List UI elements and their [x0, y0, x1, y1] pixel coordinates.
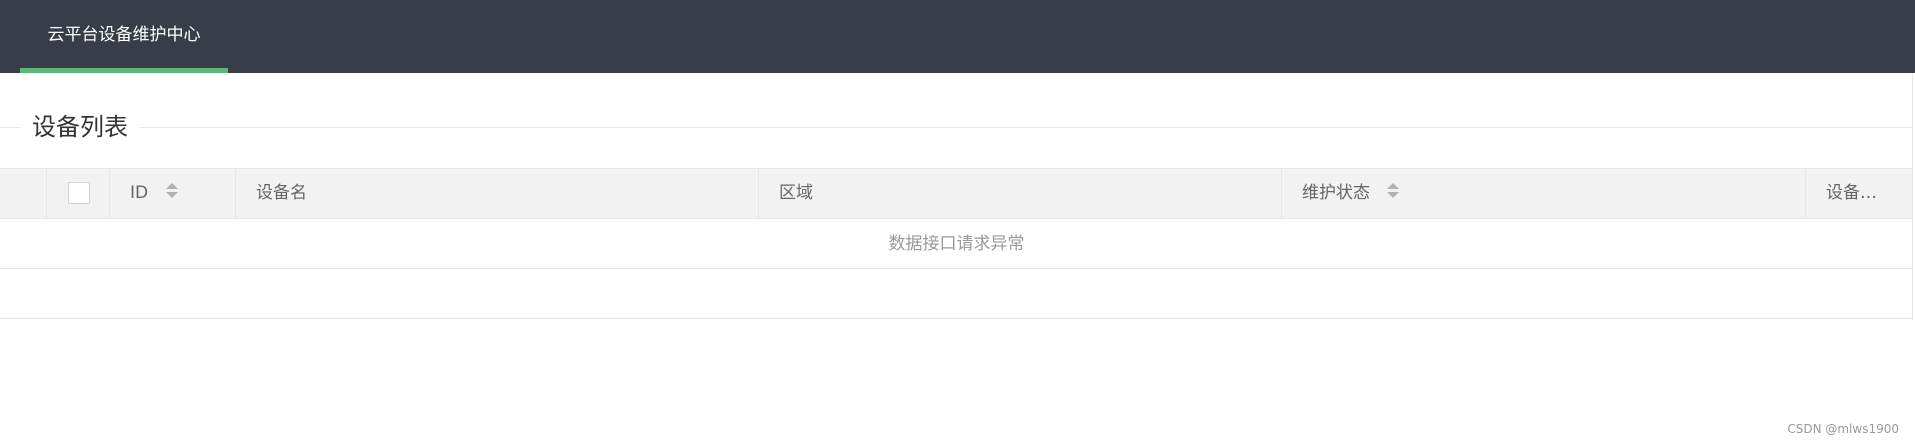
header-checkbox-cell — [47, 169, 110, 218]
nav-item-device-center[interactable]: 云平台设备维护中心 — [20, 0, 228, 73]
table-header: ID 设备名 区域 维护状态 设备… — [0, 168, 1913, 219]
column-header-device-truncated: 设备… — [1806, 169, 1913, 218]
header-spacer-cell — [0, 169, 47, 218]
column-header-device-name: 设备名 — [236, 169, 759, 218]
column-label: 维护状态 — [1302, 183, 1370, 203]
column-label: ID — [130, 183, 149, 203]
watermark: CSDN @mlws1900 — [1787, 422, 1899, 436]
fieldset-divider — [0, 127, 1913, 128]
table-blank-row — [0, 269, 1913, 319]
sort-icon[interactable] — [1387, 183, 1400, 199]
device-table: ID 设备名 区域 维护状态 设备… 数据接口请求异常 — [0, 168, 1913, 319]
section-fieldset: 设备列表 — [0, 108, 1913, 148]
column-header-maintenance-status[interactable]: 维护状态 — [1282, 169, 1806, 218]
select-all-checkbox[interactable] — [68, 182, 90, 204]
sort-icon[interactable] — [165, 183, 178, 199]
nav-item-label: 云平台设备维护中心 — [47, 25, 201, 45]
column-label: 设备… — [1826, 183, 1877, 203]
table-empty-row: 数据接口请求异常 — [0, 219, 1913, 269]
column-header-region: 区域 — [759, 169, 1282, 218]
column-header-id[interactable]: ID — [110, 169, 236, 218]
section-title: 设备列表 — [20, 108, 140, 146]
nav-active-indicator — [20, 68, 228, 73]
empty-message: 数据接口请求异常 — [888, 234, 1025, 254]
top-navbar: 云平台设备维护中心 — [0, 0, 1915, 73]
column-label: 设备名 — [256, 183, 307, 203]
column-label: 区域 — [779, 183, 813, 203]
